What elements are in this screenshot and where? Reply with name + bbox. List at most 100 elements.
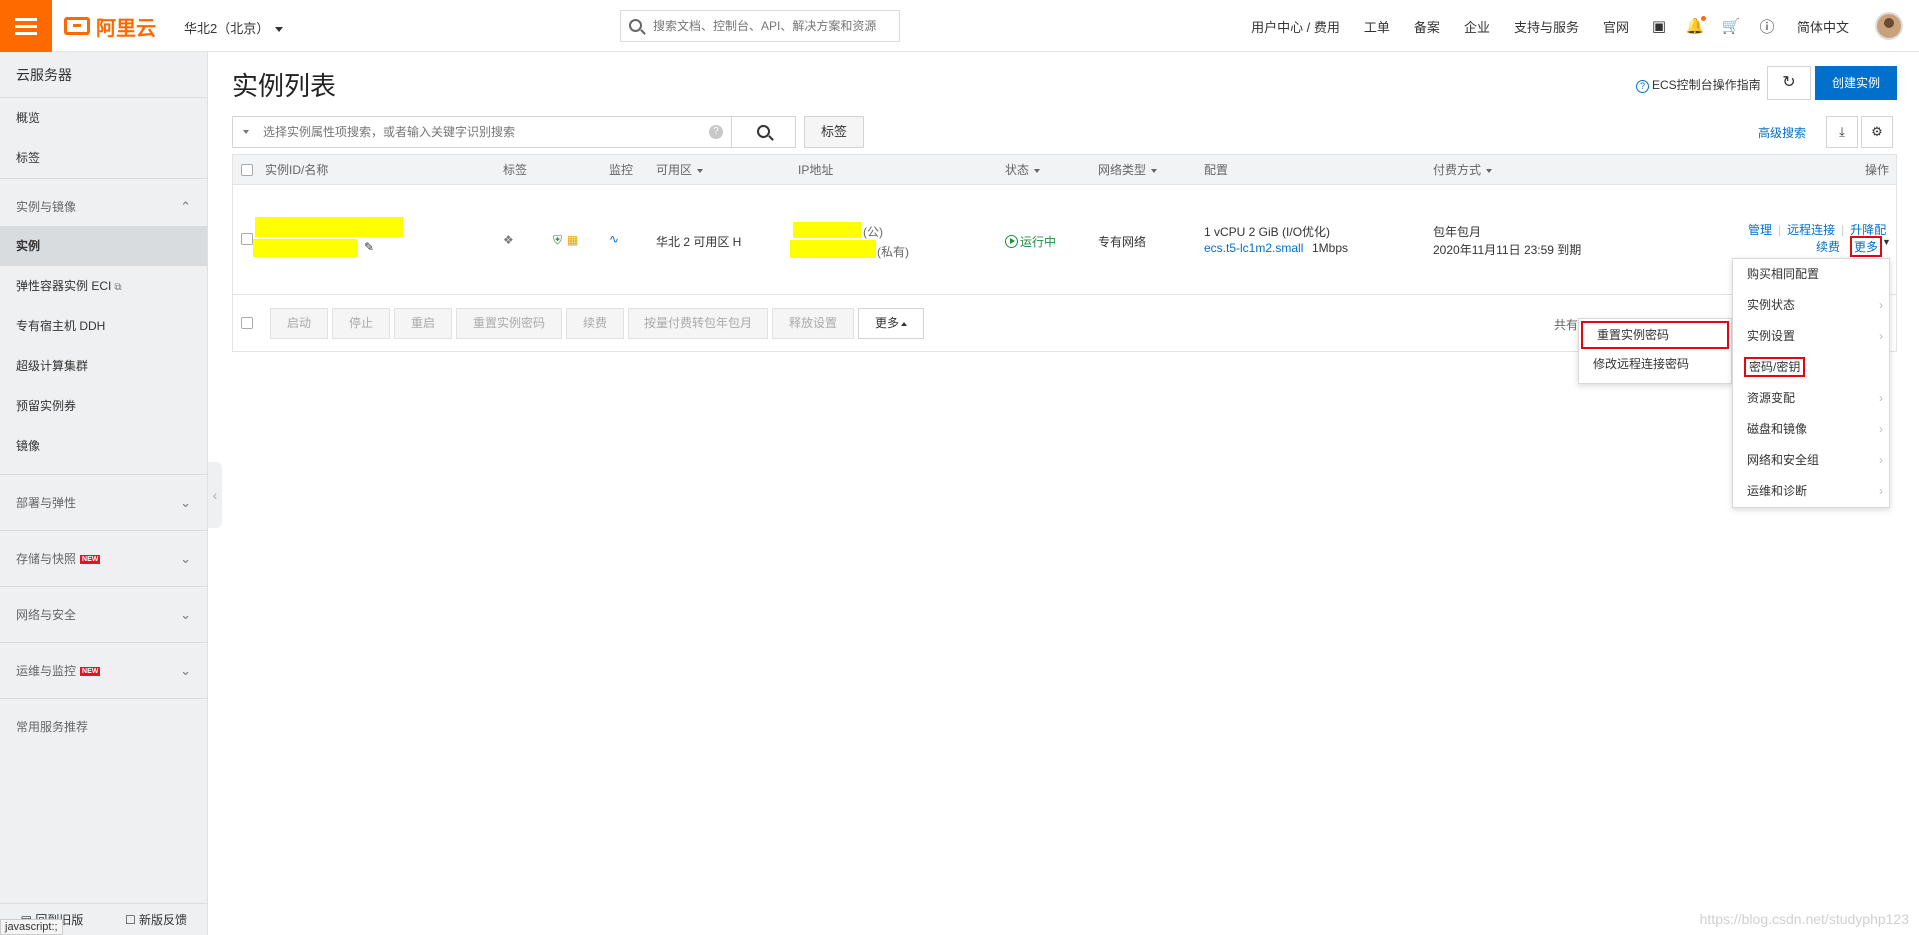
remote-connect-link[interactable]: 远程连接 bbox=[1787, 223, 1835, 237]
region-selector[interactable]: 华北2（北京） bbox=[184, 18, 284, 37]
menu-item-instance-settings[interactable]: 实例设置 › bbox=[1733, 321, 1889, 352]
col-label: 可用区 bbox=[656, 163, 693, 177]
chevron-down-icon[interactable] bbox=[243, 130, 249, 134]
sidebar-group-label: 运维与监控 bbox=[16, 664, 77, 678]
menu-item-instance-status[interactable]: 实例状态 › bbox=[1733, 290, 1889, 321]
menu-item-ops-diagnosis[interactable]: 运维和诊断 › bbox=[1733, 476, 1889, 507]
sidebar-group-network[interactable]: 网络与安全 ⌄ bbox=[0, 586, 207, 642]
sidebar-collapse-handle[interactable]: ‹ bbox=[208, 462, 222, 528]
sidebar-item-instances[interactable]: 实例 bbox=[0, 226, 207, 266]
col-network[interactable]: 网络类型 bbox=[1098, 155, 1158, 185]
menu-item-disk-image[interactable]: 磁盘和镜像 › bbox=[1733, 414, 1889, 445]
sidebar-group-deploy[interactable]: 部署与弹性 ⌄ bbox=[0, 474, 207, 530]
menu-item-label: 磁盘和镜像 bbox=[1747, 422, 1808, 436]
shield-icon[interactable]: ⛨ bbox=[553, 233, 562, 248]
nav-tickets[interactable]: 工单 bbox=[1352, 17, 1402, 36]
col-status[interactable]: 状态 bbox=[1005, 155, 1041, 185]
convert-billing-button[interactable]: 按量付费转包年包月 bbox=[628, 308, 768, 339]
menu-item-network-security[interactable]: 网络和安全组 › bbox=[1733, 445, 1889, 476]
instance-type-link[interactable]: ecs.t5-lc1m2.small bbox=[1204, 241, 1303, 255]
select-all-checkbox[interactable] bbox=[241, 164, 253, 176]
col-label: 网络类型 bbox=[1098, 163, 1147, 177]
tag-icon[interactable]: ❖ bbox=[503, 233, 514, 247]
menu-item-resource-change[interactable]: 资源变配 › bbox=[1733, 383, 1889, 414]
sidebar-recommend[interactable]: 常用服务推荐 bbox=[0, 698, 207, 754]
restart-button[interactable]: 重启 bbox=[394, 308, 452, 339]
sidebar-group-storage[interactable]: 存储与快照 NEW ⌄ bbox=[0, 530, 207, 586]
instance-search[interactable]: ? bbox=[232, 116, 732, 148]
col-zone[interactable]: 可用区 bbox=[656, 155, 704, 185]
advanced-search-link[interactable]: 高级搜索 bbox=[1758, 124, 1806, 141]
release-settings-button[interactable]: 释放设置 bbox=[772, 308, 854, 339]
chevron-down-icon[interactable]: ▼ bbox=[1882, 237, 1891, 247]
manage-link[interactable]: 管理 bbox=[1748, 223, 1772, 237]
sidebar-item-images[interactable]: 镜像 bbox=[0, 426, 207, 466]
sidebar-item-reserved[interactable]: 预留实例券 bbox=[0, 386, 207, 426]
start-button[interactable]: 启动 bbox=[270, 308, 328, 339]
hamburger-menu-icon[interactable] bbox=[0, 0, 52, 52]
redacted-instance-id[interactable] bbox=[255, 217, 403, 237]
chevron-down-icon: ⌄ bbox=[180, 495, 191, 510]
menu-item-buy-same[interactable]: 购买相同配置 bbox=[1733, 259, 1889, 290]
feedback-button[interactable]: ☐ 新版反馈 bbox=[104, 904, 208, 935]
upgrade-downgrade-link[interactable]: 升降配 bbox=[1850, 223, 1886, 237]
reset-password-button[interactable]: 重置实例密码 bbox=[456, 308, 562, 339]
windows-icon: ▦ bbox=[567, 233, 579, 247]
chevron-down-icon: ⌄ bbox=[180, 607, 191, 622]
terminal-icon[interactable]: ▣ bbox=[1641, 0, 1677, 52]
instance-search-input[interactable] bbox=[263, 117, 683, 147]
sidebar-item-scc[interactable]: 超级计算集群 bbox=[0, 346, 207, 386]
aliyun-logo[interactable]: 阿里云 bbox=[64, 12, 156, 40]
col-payment[interactable]: 付费方式 bbox=[1433, 155, 1493, 185]
nav-support[interactable]: 支持与服务 bbox=[1502, 17, 1591, 36]
row-checkbox[interactable] bbox=[241, 233, 253, 245]
help-icon[interactable]: ? bbox=[709, 125, 723, 139]
global-search-input[interactable] bbox=[653, 11, 893, 41]
reset-instance-password-item[interactable]: 重置实例密码 bbox=[1581, 321, 1729, 349]
modify-remote-password-item[interactable]: 修改远程连接密码 bbox=[1579, 349, 1731, 380]
redacted-instance-name bbox=[253, 239, 357, 257]
bell-icon[interactable]: 🔔 bbox=[1677, 0, 1713, 52]
language-switch[interactable]: 简体中文 bbox=[1785, 17, 1861, 36]
sidebar-item-label: 弹性容器实例 ECI bbox=[16, 279, 112, 293]
search-icon bbox=[757, 125, 770, 138]
more-operations-menu: 购买相同配置 实例状态 › 实例设置 › 密码/密钥 资源变配 › 磁盘和镜像 › 网络… bbox=[1732, 258, 1890, 508]
chevron-right-icon: › bbox=[1879, 484, 1883, 498]
sidebar-item-tags[interactable]: 标签 bbox=[0, 138, 207, 178]
renew-button[interactable]: 续费 bbox=[566, 308, 624, 339]
nav-enterprise[interactable]: 企业 bbox=[1452, 17, 1502, 36]
menu-item-password-key[interactable]: 密码/密钥 bbox=[1733, 352, 1889, 383]
guide-link-label: ECS控制台操作指南 bbox=[1652, 78, 1761, 92]
tag-filter-button[interactable]: 标签 bbox=[804, 116, 864, 148]
edit-icon[interactable]: ✎ bbox=[364, 240, 374, 254]
nav-official-site[interactable]: 官网 bbox=[1591, 17, 1641, 36]
nav-icp[interactable]: 备案 bbox=[1402, 17, 1452, 36]
global-search[interactable] bbox=[620, 10, 900, 42]
gear-icon[interactable]: ⚙ bbox=[1861, 116, 1893, 148]
search-button[interactable] bbox=[732, 116, 796, 148]
create-instance-button[interactable]: 创建实例 bbox=[1815, 66, 1897, 100]
help-icon[interactable]: ⓘ bbox=[1749, 0, 1785, 52]
batch-select-checkbox[interactable] bbox=[241, 317, 253, 329]
avatar[interactable] bbox=[1875, 12, 1903, 40]
stop-button[interactable]: 停止 bbox=[332, 308, 390, 339]
refresh-button[interactable]: ↻ bbox=[1767, 66, 1811, 100]
sidebar-item-eci[interactable]: 弹性容器实例 ECI ⧉ bbox=[0, 266, 207, 306]
export-icon[interactable]: ⤓ bbox=[1826, 116, 1858, 148]
chevron-down-icon bbox=[1486, 168, 1493, 173]
sidebar-item-overview[interactable]: 概览 bbox=[0, 98, 207, 138]
guide-link[interactable]: ? ECS控制台操作指南 bbox=[1636, 76, 1761, 93]
sidebar-group-ops[interactable]: 运维与监控 NEW ⌄ bbox=[0, 642, 207, 698]
renew-link[interactable]: 续费 bbox=[1816, 238, 1840, 255]
nav-user-center[interactable]: 用户中心 / 费用 bbox=[1239, 17, 1352, 36]
ip-public-suffix: (公) bbox=[863, 225, 883, 239]
status-badge: 运行中 bbox=[1005, 233, 1056, 250]
monitor-chart-icon[interactable]: ∿ bbox=[609, 232, 619, 246]
more-actions-button[interactable]: 更多 bbox=[858, 308, 924, 339]
sidebar-title: 云服务器 bbox=[0, 52, 207, 98]
more-operations-link[interactable]: 更多 bbox=[1850, 236, 1883, 257]
cart-icon[interactable]: 🛒 bbox=[1713, 0, 1749, 52]
sidebar-item-ddh[interactable]: 专有宿主机 DDH bbox=[0, 306, 207, 346]
help-icon: ? bbox=[1636, 80, 1649, 93]
chevron-down-icon bbox=[1034, 168, 1041, 173]
